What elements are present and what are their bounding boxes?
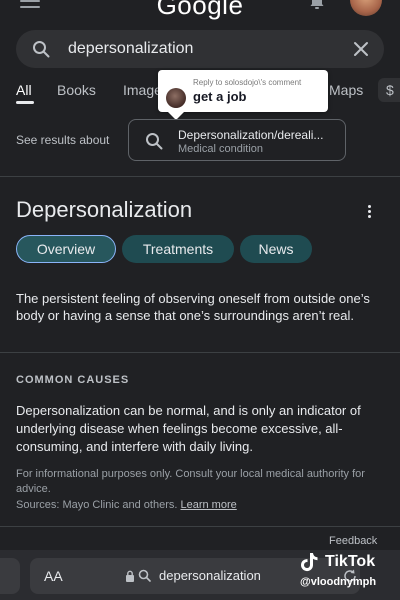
sources-line: Sources: Mayo Clinic and others. Learn m… [16,499,237,511]
lock-icon [126,570,134,582]
more-vert-icon[interactable] [364,205,374,221]
chip-treatments[interactable]: Treatments [122,235,234,263]
search-bar[interactable]: depersonalization [16,30,384,68]
tiktok-username: @vloodnymph [300,576,377,588]
section-divider [0,352,400,353]
see-results-card[interactable]: Depersonalization/dereali... Medical con… [128,119,346,161]
tab-books[interactable]: Books [57,82,96,98]
see-results-label: See results about [16,133,110,147]
chip-overview[interactable]: Overview [16,235,116,263]
text-size-button[interactable]: AA [44,568,63,584]
tab-more[interactable]: $ [378,78,400,102]
search-icon[interactable] [32,40,50,58]
tab-maps[interactable]: Maps [329,82,363,98]
medical-disclaimer: For informational purposes only. Consult… [16,468,365,495]
knowledge-panel-description: The persistent feeling of observing ones… [16,291,370,323]
feedback-link[interactable]: Feedback [329,535,377,547]
bell-icon[interactable] [308,0,326,10]
see-results-subtitle: Medical condition [178,143,263,155]
search-icon [146,133,163,150]
reply-text: get a job [193,89,247,104]
google-logo[interactable]: Google [0,0,400,21]
section-divider [0,176,400,177]
learn-more-link[interactable]: Learn more [180,499,236,511]
search-icon [138,569,151,582]
common-causes-heading: COMMON CAUSES [16,374,130,386]
section-divider [0,526,400,527]
reply-comment-bubble: Reply to solosdojo\'s comment get a job [158,70,328,120]
see-results-title: Depersonalization/dereali... [178,128,324,142]
sources-text: Sources: Mayo Clinic and others. [16,499,178,511]
tab-all[interactable]: All [16,82,32,98]
tiktok-logo-icon [301,553,318,572]
commenter-avatar [166,88,186,108]
chip-news[interactable]: News [240,235,312,263]
search-input[interactable]: depersonalization [68,40,193,58]
close-icon[interactable] [352,40,370,58]
top-bar: Google [0,0,400,26]
tiktok-watermark-name: TikTok [325,553,376,570]
previous-tab-pill[interactable] [0,558,20,594]
knowledge-panel-title: Depersonalization [16,197,193,222]
url-text[interactable]: depersonalization [159,568,261,583]
active-tab-indicator [16,101,34,104]
reply-header: Reply to solosdojo\'s comment [193,78,302,87]
common-causes-text: Depersonalization can be normal, and is … [16,403,361,454]
